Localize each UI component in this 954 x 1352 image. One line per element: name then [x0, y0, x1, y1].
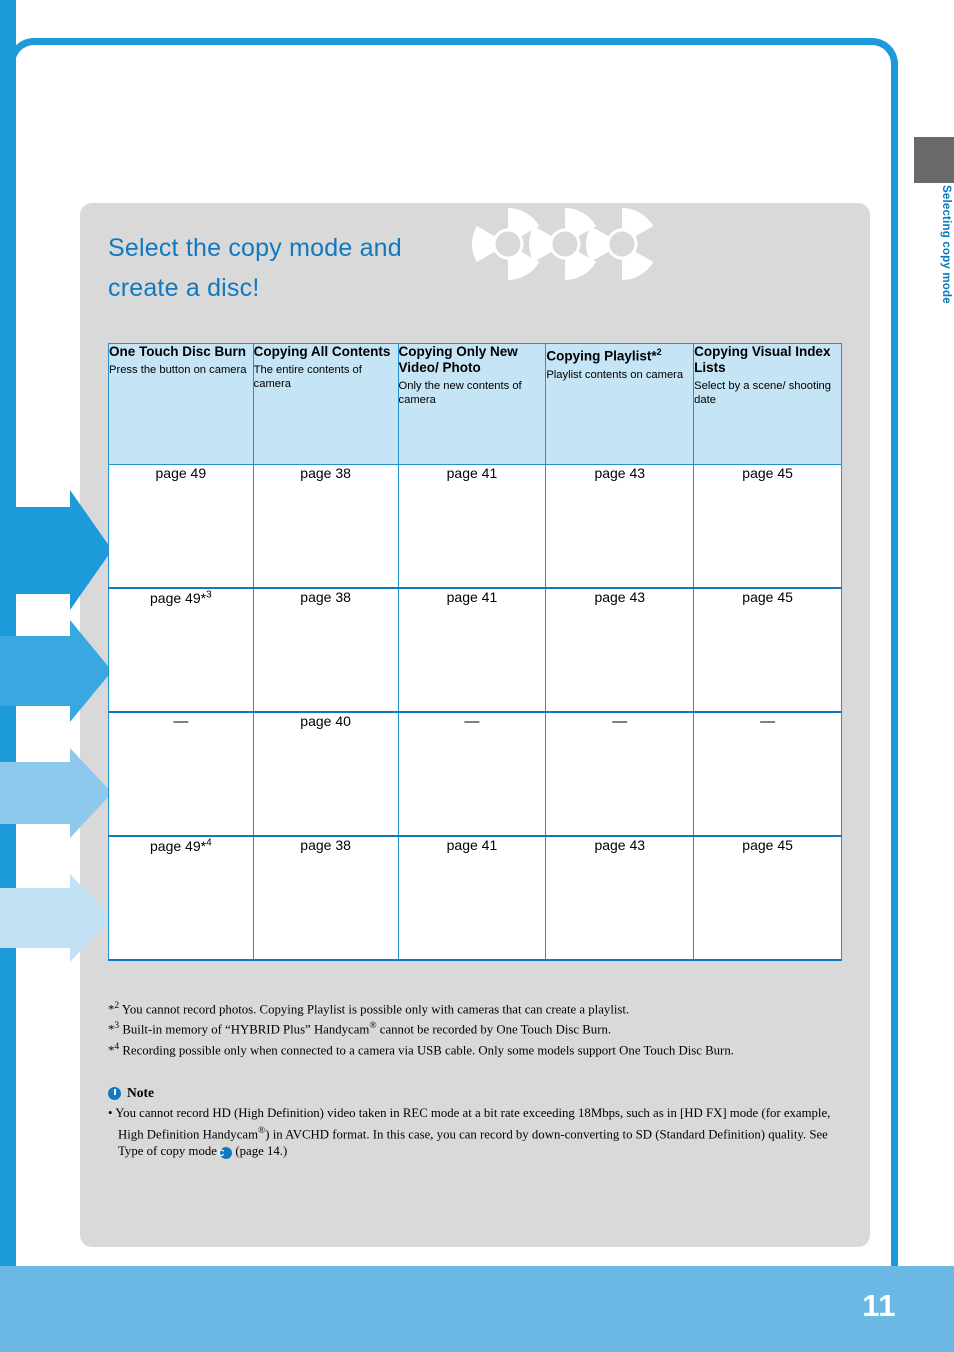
- table-cell: page 43: [545, 464, 695, 589]
- note-icon: [108, 1086, 121, 1100]
- column-header-copying-visual-index-lists: Copying Visual Index Lists Select by a s…: [693, 343, 842, 465]
- table-cell: page 49*3: [108, 587, 254, 713]
- table-row: page 49 page 38 page 41 page 43 page 45: [108, 464, 842, 589]
- column-subtitle: The entire contents of camera: [253, 364, 362, 390]
- cell-value: page 41: [446, 837, 498, 853]
- table-header: One Touch Disc Burn Press the button on …: [108, 343, 842, 465]
- column-subtitle: Playlist contents on camera: [546, 368, 684, 381]
- footnote-3: *3 Built-in memory of “HYBRID Plus” Hand…: [108, 1021, 612, 1037]
- side-tab-label: Selecting copy mode: [940, 185, 952, 304]
- footnote-4: *4 Recording possible only when connecte…: [108, 1041, 734, 1057]
- table-cell: —: [545, 711, 695, 837]
- page-title-line-1: Select the copy mode and: [108, 234, 402, 262]
- page-title: Select the copy mode and create a disc!: [108, 228, 528, 308]
- note-title: Note: [108, 1085, 848, 1101]
- cell-value: —: [612, 713, 628, 730]
- page-title-line-2: create a disc!: [108, 274, 260, 302]
- cell-value: page 43: [594, 465, 646, 481]
- column-header-one-touch-disc-burn: One Touch Disc Burn Press the button on …: [108, 343, 254, 465]
- cell-value: page 38: [300, 589, 351, 605]
- table-body: page 49 page 38 page 41 page 43 page 45 …: [108, 464, 842, 961]
- copy-mode-table: One Touch Disc Burn Press the button on …: [108, 343, 842, 961]
- column-title: One Touch Disc Burn: [109, 344, 247, 359]
- table-cell: page 41: [397, 587, 547, 713]
- column-header-copying-all-contents: Copying All Contents The entire contents…: [252, 343, 399, 465]
- cell-value: page 45: [742, 465, 793, 481]
- cell-value: page 49: [155, 465, 207, 481]
- table-header-row: One Touch Disc Burn Press the button on …: [108, 343, 842, 465]
- table-cell: page 38: [252, 464, 399, 589]
- table-cell: page 43: [545, 835, 695, 961]
- cell-value: page 43: [594, 589, 646, 605]
- cell-value: —: [464, 713, 480, 730]
- table-row: — page 40 — — —: [108, 711, 842, 837]
- table-cell: page 38: [252, 587, 399, 713]
- page-number: 11: [862, 1288, 896, 1323]
- note-title-label: Note: [127, 1085, 154, 1100]
- table-cell: —: [108, 711, 254, 837]
- column-subtitle: Press the button on camera: [109, 364, 247, 376]
- table-cell: page 49*4: [108, 835, 254, 961]
- cell-value: page 49*3: [150, 589, 212, 606]
- column-title: Copying Visual Index Lists: [694, 344, 831, 375]
- bottom-accent-bar: [0, 1266, 954, 1352]
- column-title: Copying Playlist*2: [546, 347, 662, 364]
- cell-value: page 45: [742, 589, 793, 605]
- table-cell: page 41: [397, 835, 547, 961]
- disc-illustration: [471, 208, 654, 280]
- table-row: page 49*3 page 38 page 41 page 43 page 4…: [108, 587, 842, 713]
- cell-value: —: [173, 713, 189, 730]
- table-cell: page 43: [545, 587, 695, 713]
- table-row: page 49*4 page 38 page 41 page 43 page 4…: [108, 835, 842, 961]
- cell-value: page 45: [742, 837, 793, 853]
- column-title: Copying Only New Video/ Photo: [398, 344, 518, 375]
- cell-value: page 43: [594, 837, 646, 853]
- cell-value: page 41: [446, 465, 498, 481]
- table-cell: page 40: [252, 711, 399, 837]
- table-cell: page 45: [693, 464, 842, 589]
- footnotes: *2 You cannot record photos. Copying Pla…: [108, 998, 848, 1059]
- cell-value: page 38: [300, 465, 351, 481]
- note-block: Note • You cannot record HD (High Defini…: [108, 1085, 848, 1161]
- table-cell: page 49: [108, 464, 254, 589]
- footnote-2: *2 You cannot record photos. Copying Pla…: [108, 1001, 630, 1017]
- cell-value: page 49*4: [150, 837, 212, 854]
- column-header-copying-playlist: Copying Playlist*2 Playlist contents on …: [545, 343, 695, 465]
- table-cell: —: [397, 711, 547, 837]
- table-cell: page 45: [693, 587, 842, 713]
- column-subtitle: Select by a scene/ shooting date: [694, 380, 831, 406]
- note-body: • You cannot record HD (High Definition)…: [108, 1106, 831, 1160]
- column-header-copying-only-new-video-photo: Copying Only New Video/ Photo Only the n…: [397, 343, 547, 465]
- cell-value: page 40: [300, 713, 351, 729]
- side-tab-marker: [914, 137, 954, 183]
- table-cell: —: [693, 711, 842, 837]
- cell-value: —: [760, 713, 776, 730]
- cell-value: page 41: [446, 589, 498, 605]
- cell-value: page 38: [300, 837, 351, 853]
- table-cell: page 45: [693, 835, 842, 961]
- table-cell: page 41: [397, 464, 547, 589]
- table-cell: page 38: [252, 835, 399, 961]
- column-title: Copying All Contents: [253, 344, 391, 359]
- column-subtitle: Only the new contents of camera: [398, 380, 522, 406]
